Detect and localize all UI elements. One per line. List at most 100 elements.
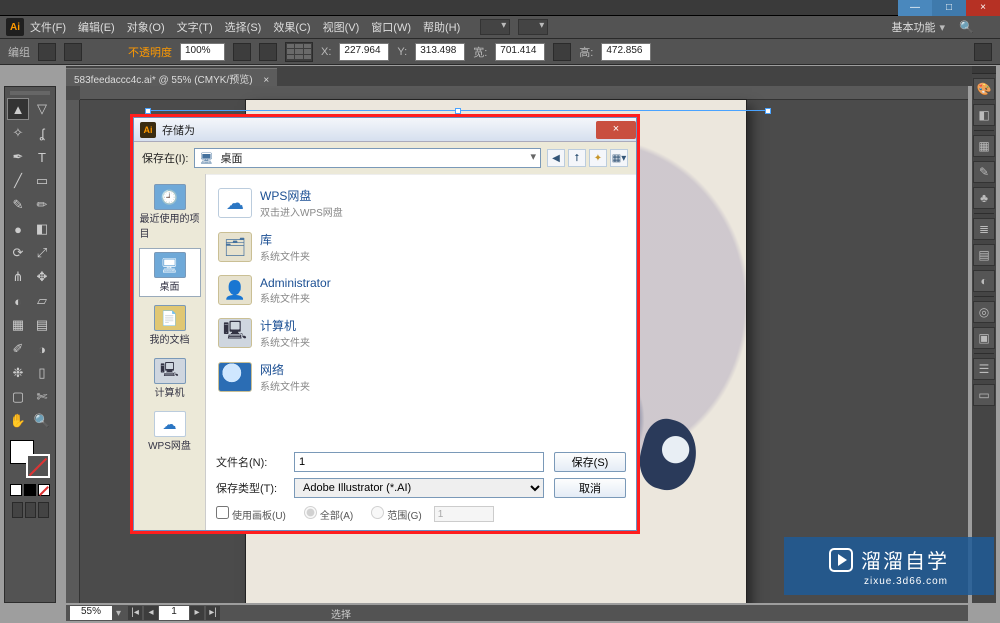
menu-type[interactable]: 文字(T): [177, 19, 213, 35]
list-item[interactable]: ☁WPS网盘双击进入WPS网盘: [214, 181, 628, 225]
list-item[interactable]: 🗂库系统文件夹: [214, 225, 628, 269]
screen-mode-present[interactable]: [38, 502, 49, 518]
zoom-dropdown-icon[interactable]: ▾: [116, 608, 121, 619]
save-button[interactable]: 保存(S): [554, 452, 626, 472]
y-field[interactable]: 313.498: [415, 43, 465, 61]
first-artboard-button[interactable]: |◂: [128, 606, 142, 620]
artboard-tool[interactable]: ▢: [7, 386, 29, 408]
mesh-tool[interactable]: ▦: [7, 314, 29, 336]
eraser-tool[interactable]: ◧: [31, 218, 53, 240]
screen-mode-normal[interactable]: [12, 502, 23, 518]
gradient-tool[interactable]: ▤: [31, 314, 53, 336]
color-guide-panel-icon[interactable]: ◧: [973, 104, 995, 126]
color-mode-none[interactable]: [38, 484, 50, 496]
w-field[interactable]: 701.414: [495, 43, 545, 61]
next-artboard-button[interactable]: ▸: [190, 606, 204, 620]
stroke-swatch[interactable]: [64, 43, 82, 61]
recolor-button[interactable]: [259, 43, 277, 61]
place-desktop[interactable]: 🖥桌面: [139, 248, 201, 297]
menu-view[interactable]: 视图(V): [323, 19, 360, 35]
menu-object[interactable]: 对象(O): [127, 19, 165, 35]
savein-combo[interactable]: 🖥 桌面 ▾: [194, 148, 541, 168]
appearance-panel-icon[interactable]: ◎: [973, 301, 995, 323]
gradient-panel-icon[interactable]: ▤: [973, 244, 995, 266]
selection-tool[interactable]: ▲: [7, 98, 29, 120]
reference-point-widget[interactable]: [285, 42, 313, 62]
selection-handle[interactable]: [765, 108, 771, 114]
dialog-titlebar[interactable]: Ai 存储为 ×: [134, 118, 636, 142]
free-transform-tool[interactable]: ✥: [31, 266, 53, 288]
menu-help[interactable]: 帮助(H): [423, 19, 460, 35]
all-radio[interactable]: 全部(A): [298, 506, 353, 522]
color-mode-color[interactable]: [10, 484, 22, 496]
artboards-panel-icon[interactable]: ▭: [973, 384, 995, 406]
brushes-panel-icon[interactable]: ✎: [973, 161, 995, 183]
lasso-tool[interactable]: ʆ: [31, 122, 53, 144]
control-menu-button[interactable]: [974, 43, 992, 61]
menu-file[interactable]: 文件(F): [30, 19, 66, 35]
graph-tool[interactable]: ▯: [31, 362, 53, 384]
document-tab[interactable]: 583feedaccc4c.ai* @ 55% (CMYK/预览) ×: [66, 68, 277, 86]
swatches-panel-icon[interactable]: ▦: [973, 135, 995, 157]
list-item[interactable]: 👤Administrator系统文件夹: [214, 269, 628, 311]
direct-selection-tool[interactable]: ▽: [31, 98, 53, 120]
window-minimize-button[interactable]: —: [898, 0, 932, 16]
filetype-select[interactable]: Adobe Illustrator (*.AI): [294, 478, 544, 498]
style-button[interactable]: [233, 43, 251, 61]
layers-panel-icon[interactable]: ☰: [973, 358, 995, 380]
prev-artboard-button[interactable]: ◂: [144, 606, 158, 620]
rectangle-tool[interactable]: ▭: [31, 170, 53, 192]
range-input[interactable]: [434, 506, 494, 522]
layout-dropdown[interactable]: [480, 19, 510, 35]
paintbrush-tool[interactable]: ✎: [7, 194, 29, 216]
pen-tool[interactable]: ✒: [7, 146, 29, 168]
fill-swatch[interactable]: [38, 43, 56, 61]
up-button[interactable]: ⭡: [568, 149, 586, 167]
zoom-tool[interactable]: 🔍: [31, 410, 53, 432]
ruler-vertical[interactable]: [66, 100, 80, 603]
view-menu-button[interactable]: ▦▾: [610, 149, 628, 167]
menu-select[interactable]: 选择(S): [225, 19, 262, 35]
window-close-button[interactable]: ×: [966, 0, 1000, 16]
fill-stroke-control[interactable]: [10, 440, 50, 478]
magic-wand-tool[interactable]: ✧: [7, 122, 29, 144]
link-wh-button[interactable]: [553, 43, 571, 61]
back-button[interactable]: ◀: [547, 149, 565, 167]
screen-mode-full[interactable]: [25, 502, 36, 518]
place-recent[interactable]: 🕘最近使用的项目: [139, 180, 201, 244]
last-artboard-button[interactable]: ▸|: [206, 606, 220, 620]
list-item[interactable]: 网络系统文件夹: [214, 355, 628, 399]
h-field[interactable]: 472.856: [601, 43, 651, 61]
place-documents[interactable]: 📄我的文档: [139, 301, 201, 350]
rotate-tool[interactable]: ⟳: [7, 242, 29, 264]
search-icon[interactable]: 🔍: [959, 20, 974, 34]
shape-builder-tool[interactable]: ◐: [7, 290, 29, 312]
list-item[interactable]: 🖳计算机系统文件夹: [214, 311, 628, 355]
ruler-horizontal[interactable]: [80, 86, 968, 100]
menu-window[interactable]: 窗口(W): [371, 19, 411, 35]
symbol-sprayer-tool[interactable]: ❉: [7, 362, 29, 384]
color-mode-gradient[interactable]: [24, 484, 36, 496]
line-tool[interactable]: ╱: [7, 170, 29, 192]
dock-grip[interactable]: [972, 66, 996, 74]
window-maximize-button[interactable]: □: [932, 0, 966, 16]
perspective-tool[interactable]: ▱: [31, 290, 53, 312]
document-tab-close[interactable]: ×: [263, 75, 269, 86]
menu-edit[interactable]: 编辑(E): [78, 19, 115, 35]
menu-effect[interactable]: 效果(C): [273, 19, 310, 35]
place-computer[interactable]: 🖳计算机: [139, 354, 201, 403]
cancel-button[interactable]: 取消: [554, 478, 626, 498]
workspace-switcher[interactable]: 基本功能: [892, 19, 936, 35]
graphic-styles-panel-icon[interactable]: ▣: [973, 327, 995, 349]
slice-tool[interactable]: ✄: [31, 386, 53, 408]
use-artboards-checkbox[interactable]: 使用画板(U): [216, 506, 286, 522]
artboard-number-field[interactable]: 1: [159, 606, 189, 620]
transparency-panel-icon[interactable]: ◐: [973, 270, 995, 292]
dialog-file-list[interactable]: ☁WPS网盘双击进入WPS网盘 🗂库系统文件夹 👤Administrator系统…: [206, 174, 636, 446]
width-tool[interactable]: ⋔: [7, 266, 29, 288]
range-radio[interactable]: 范围(G): [365, 506, 421, 522]
new-folder-button[interactable]: ✦: [589, 149, 607, 167]
x-field[interactable]: 227.964: [339, 43, 389, 61]
blob-brush-tool[interactable]: ●: [7, 218, 29, 240]
color-panel-icon[interactable]: 🎨: [973, 78, 995, 100]
